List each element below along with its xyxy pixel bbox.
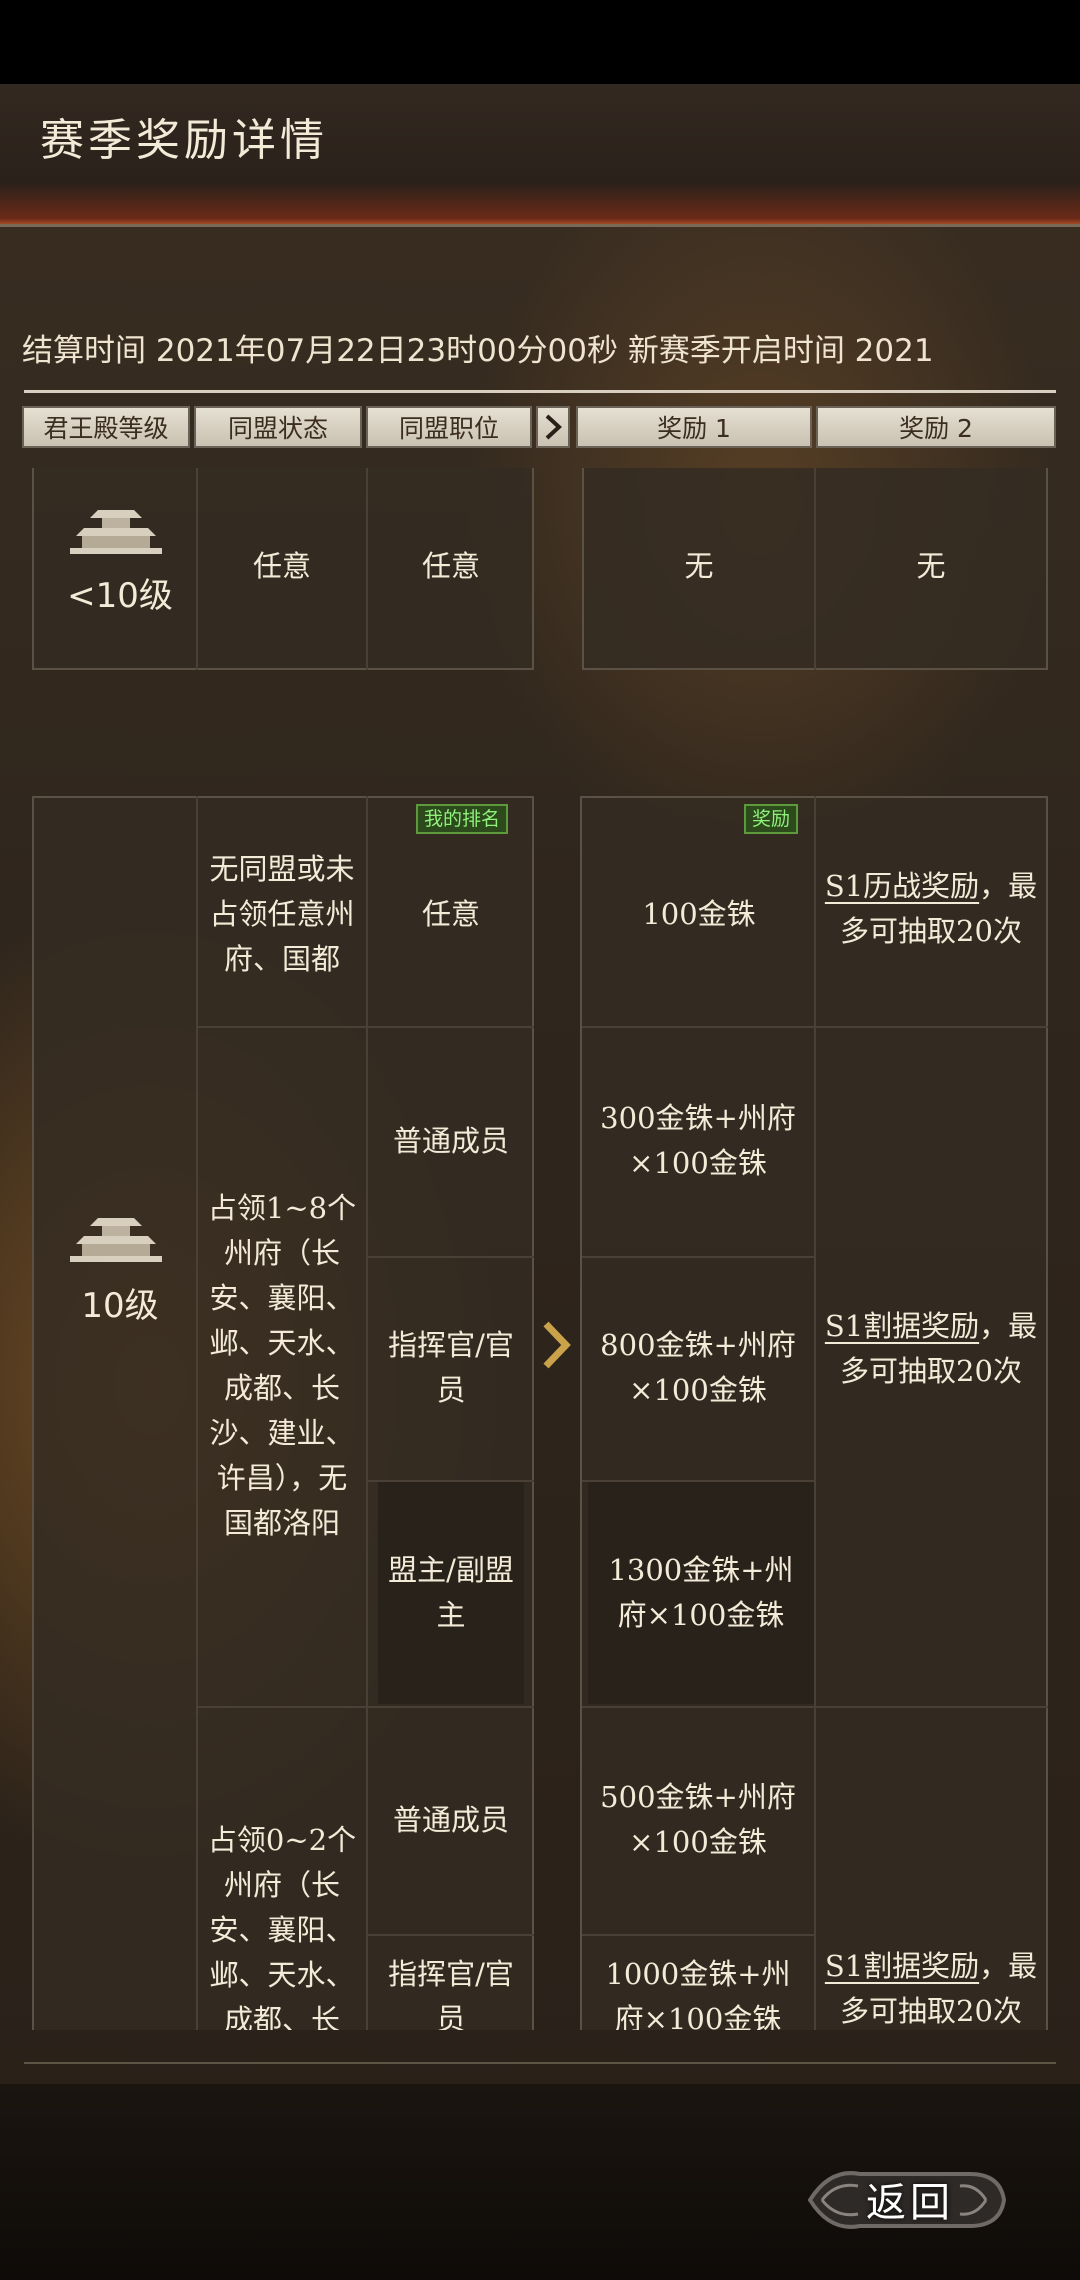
ticker-text: 结算时间 2021年07月22日23时00分00秒 新赛季开启时间 2021: [22, 333, 934, 369]
column-scroll-arrow[interactable]: [536, 406, 570, 448]
chevron-right-icon[interactable]: [538, 1320, 572, 1370]
tier-low-level: <10级: [67, 576, 173, 616]
group3-status: 占领0~2个州府（长安、襄阳、邺、天水、成都、长沙、建: [207, 1823, 357, 2030]
group1-status: 无同盟或未占领任意州府、国都: [209, 851, 355, 976]
list-bottom-divider: [24, 2062, 1056, 2064]
status-bar: [0, 0, 1080, 84]
tier-low-status: 任意: [252, 548, 311, 583]
chevron-right-icon: [545, 414, 562, 440]
tier-10-level: 10级: [81, 1286, 159, 1326]
group2-position-member: 普通成员: [392, 1123, 509, 1158]
page-title: 赛季奖励详情: [40, 115, 328, 166]
palace-icon: [70, 1218, 162, 1262]
group2-reward-2: S1割据奖励，最多可抽取20次: [820, 1028, 1042, 1704]
column-reward-1[interactable]: 奖励 1: [576, 406, 812, 448]
back-button[interactable]: 返回: [866, 2170, 954, 2228]
reward-table[interactable]: <10级 任意 任意 无 无 10级 我的排名 无同盟或未占领任意州府、国都 任…: [0, 468, 1080, 2030]
group1-position: 任意: [421, 896, 480, 931]
ticker-divider: [24, 390, 1056, 393]
screen: 赛季奖励详情 结算时间 2021年07月22日23时00分00秒 新赛季开启时间…: [0, 84, 1080, 2164]
group3-reward-1-officer: 1000金铢+州府×100金铢: [605, 1957, 791, 2030]
group1-reward-1: 100金铢: [642, 896, 756, 931]
group2-status: 占领1~8个州府（长安、襄阳、邺、天水、成都、长沙、建业、许昌），无国都洛阳: [207, 1191, 357, 1540]
group3-reward-1-member: 500金铢+州府×100金铢: [600, 1780, 796, 1859]
column-alliance-status[interactable]: 同盟状态: [194, 406, 362, 448]
tier-low-reward-2: 无: [916, 548, 946, 583]
header: 赛季奖励详情: [0, 84, 1080, 224]
column-headers: 君王殿等级 同盟状态 同盟职位 奖励 1 奖励 2: [22, 406, 1058, 448]
palace-icon: [70, 510, 162, 554]
group3-position-member: 普通成员: [392, 1802, 509, 1837]
group3-position-officer: 指挥官/官员: [388, 1957, 514, 2030]
tier-low-position: 任意: [421, 548, 480, 583]
group1-reward-2: S1历战奖励，最多可抽取20次: [820, 804, 1042, 1024]
column-alliance-position[interactable]: 同盟职位: [366, 406, 532, 448]
s1-separatist-reward-link[interactable]: S1割据奖励: [825, 1309, 979, 1343]
column-reward-2[interactable]: 奖励 2: [816, 406, 1056, 448]
s1-battle-reward-link[interactable]: S1历战奖励: [825, 869, 979, 903]
group3-reward-2: S1割据奖励，最多可抽取20次: [820, 1708, 1042, 2030]
column-palace-level[interactable]: 君王殿等级: [22, 406, 190, 448]
group2-reward-1-leader: 1300金铢+州府×100金铢: [588, 1482, 814, 1704]
group2-reward-1-member: 300金铢+州府×100金铢: [600, 1101, 796, 1180]
group2-reward-1-officer: 800金铢+州府×100金铢: [600, 1328, 796, 1407]
s1-separatist-reward-link[interactable]: S1割据奖励: [825, 1949, 979, 1983]
tier-low-reward-1: 无: [684, 548, 714, 583]
group2-position-leader: 盟主/副盟主: [378, 1482, 524, 1704]
group2-position-officer: 指挥官/官员: [388, 1328, 514, 1407]
